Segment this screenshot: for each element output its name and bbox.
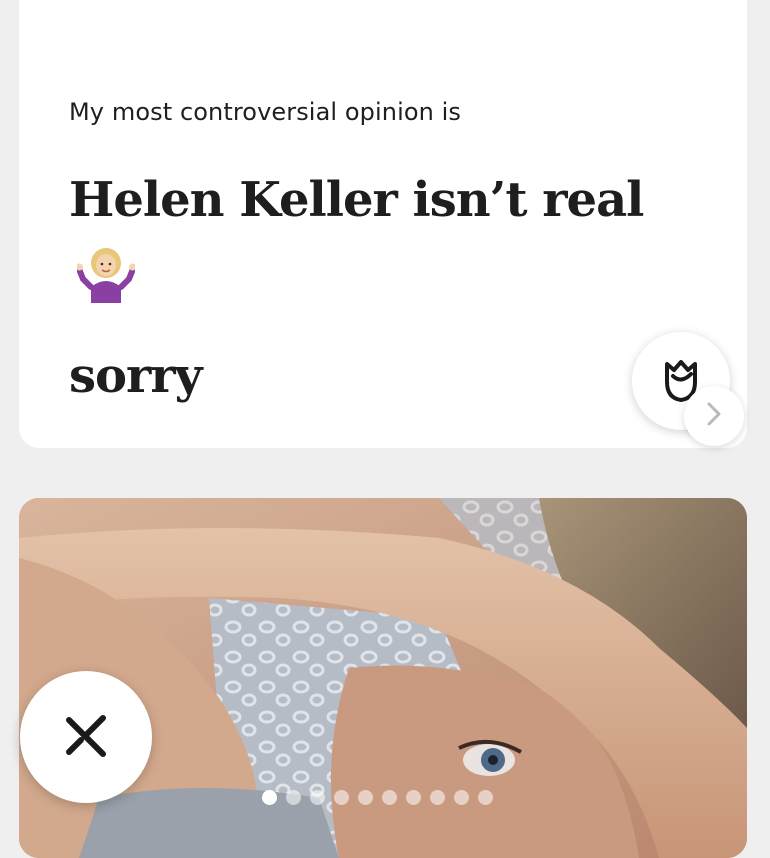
carousel-dot[interactable] [358,789,373,805]
person-shrugging-emoji-icon [76,243,136,331]
carousel-dot[interactable] [334,789,349,805]
next-button[interactable] [684,386,744,446]
photo-carousel-dots [262,789,493,805]
prompt-question: My most controversial opinion is [69,98,462,126]
carousel-dot[interactable] [310,789,325,805]
chevron-right-icon [703,399,725,434]
prompt-answer: Helen Keller isn’t real sorry [69,156,689,420]
close-x-icon [61,710,111,765]
dismiss-button[interactable] [20,671,152,803]
carousel-dot[interactable] [430,789,445,805]
carousel-dot[interactable] [454,789,469,805]
carousel-dot[interactable] [382,789,397,805]
prompt-answer-text: Helen Keller isn’t real [69,172,644,228]
carousel-dot[interactable] [478,789,493,805]
carousel-dot[interactable] [262,789,277,805]
carousel-dot[interactable] [406,789,421,805]
carousel-dot[interactable] [286,789,301,805]
prompt-answer-line2: sorry [69,348,203,404]
